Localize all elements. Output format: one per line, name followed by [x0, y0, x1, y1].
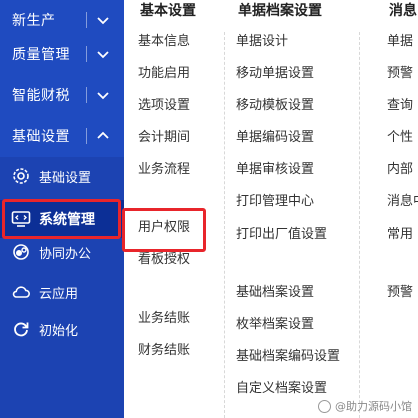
chevron-down-icon[interactable] — [96, 13, 110, 27]
divider — [86, 128, 87, 144]
sidebar-item-initialization[interactable]: 初始化 — [0, 310, 124, 348]
menu-group-quality-management[interactable]: 质量管理 — [0, 34, 124, 74]
menu-group-label: 质量管理 — [12, 47, 70, 63]
menu-link-option-settings[interactable]: 选项设置 — [138, 97, 190, 115]
sidebar: 新生产 质量管理 智能财税 基础设置 基础设置 系统管理 协同办公 云应用 初始… — [0, 0, 124, 418]
menu-link-feature-enable[interactable]: 功能启用 — [138, 65, 190, 83]
menu-group-label: 新生产 — [12, 13, 56, 29]
menu-link-mobile-template[interactable]: 移动模板设置 — [236, 97, 314, 115]
menu-link-print-center[interactable]: 打印管理中心 — [236, 193, 314, 211]
menu-link-msg-8[interactable]: 预警 — [387, 284, 413, 302]
watermark-logo-icon — [318, 399, 331, 413]
menu-link-msg-6[interactable]: 消息中 — [387, 193, 418, 211]
menu-link-msg-5[interactable]: 内部 — [387, 161, 413, 179]
settings-gear-icon — [11, 166, 31, 186]
menu-link-print-factory-defaults[interactable]: 打印出厂值设置 — [236, 226, 327, 244]
menu-link-msg-3[interactable]: 查询 — [387, 97, 413, 115]
sidebar-item-basic-settings[interactable]: 基础设置 — [0, 157, 124, 195]
menu-link-archive-code-settings[interactable]: 基础档案编码设置 — [236, 348, 340, 366]
menu-link-enum-archive[interactable]: 枚举档案设置 — [236, 316, 314, 334]
menu-link-msg-7[interactable]: 常用 — [387, 226, 413, 244]
sidebar-item-cloud-apps[interactable]: 云应用 — [0, 273, 124, 311]
refresh-icon — [11, 319, 31, 339]
menu-link-finance-closing[interactable]: 财务结账 — [138, 342, 190, 360]
settings-menu-panel: 基本设置 基本信息 功能启用 选项设置 会计期间 业务流程 用户权限 看板授权 … — [122, 0, 418, 418]
menu-group-label: 智能财税 — [12, 88, 70, 104]
watermark: @助力源码小馆 — [318, 398, 412, 414]
column-title-basic-settings: 基本设置 — [140, 3, 196, 19]
highlight-box — [122, 208, 206, 252]
menu-group-smart-finance-tax[interactable]: 智能财税 — [0, 75, 124, 115]
collaboration-icon — [11, 242, 31, 262]
chevron-down-icon[interactable] — [96, 47, 110, 61]
menu-link-custom-archive[interactable]: 自定义档案设置 — [236, 380, 327, 398]
sidebar-item-label: 云应用 — [39, 286, 79, 302]
sidebar-item-label: 基础设置 — [39, 170, 92, 186]
column-divider — [224, 32, 225, 418]
menu-link-mobile-doc-settings[interactable]: 移动单据设置 — [236, 65, 314, 83]
sidebar-item-label: 初始化 — [39, 323, 79, 339]
menu-link-basic-info[interactable]: 基本信息 — [138, 33, 190, 51]
chevron-down-icon[interactable] — [96, 88, 110, 102]
menu-link-accounting-period[interactable]: 会计期间 — [138, 129, 190, 147]
menu-group-basic-settings[interactable]: 基础设置 — [0, 116, 124, 156]
highlight-box — [2, 199, 121, 239]
divider — [86, 12, 87, 28]
menu-link-msg-4[interactable]: 个性 — [387, 129, 413, 147]
menu-link-doc-approval-settings[interactable]: 单据审核设置 — [236, 161, 314, 179]
chevron-up-icon[interactable] — [96, 129, 110, 143]
menu-link-msg-2[interactable]: 预警 — [387, 65, 413, 83]
watermark-text: @助力源码小馆 — [335, 400, 412, 413]
menu-link-basic-archive[interactable]: 基础档案设置 — [236, 284, 314, 302]
menu-group-label: 基础设置 — [12, 129, 70, 145]
column-divider — [359, 32, 360, 418]
menu-link-msg-1[interactable]: 单据 — [387, 33, 413, 51]
divider — [86, 87, 87, 103]
menu-link-doc-code-settings[interactable]: 单据编码设置 — [236, 129, 314, 147]
menu-link-dashboard-auth[interactable]: 看板授权 — [138, 251, 190, 269]
divider — [86, 46, 87, 62]
menu-link-business-closing[interactable]: 业务结账 — [138, 310, 190, 328]
column-title-messages: 消息 — [389, 3, 417, 19]
column-title-doc-archive-settings: 单据档案设置 — [238, 3, 322, 19]
menu-link-business-flow[interactable]: 业务流程 — [138, 161, 190, 179]
sidebar-item-label: 协同办公 — [39, 246, 92, 262]
cloud-icon — [11, 282, 31, 302]
menu-link-doc-design[interactable]: 单据设计 — [236, 33, 288, 51]
